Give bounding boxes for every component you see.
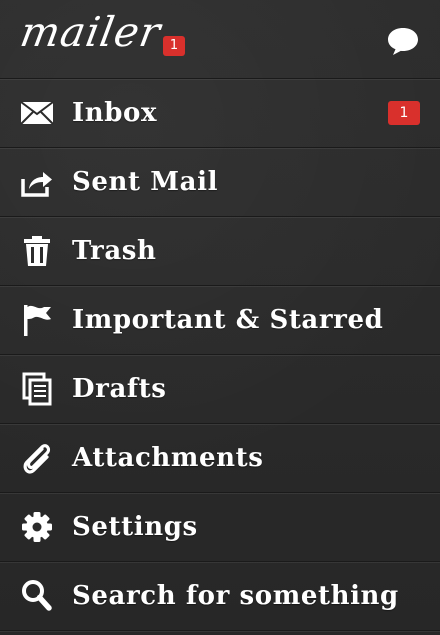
drafts-icon [20, 372, 56, 406]
menu-item-important-starred[interactable]: Important & Starred [0, 286, 440, 355]
app-header: mailer 1 [0, 0, 440, 79]
menu-item-label: Trash [72, 236, 157, 266]
menu-item-label: Inbox [72, 98, 158, 128]
menu-item-drafts[interactable]: Drafts [0, 355, 440, 424]
menu-item-trash[interactable]: Trash [0, 217, 440, 286]
share-icon [20, 165, 56, 199]
menu-item-label: Sent Mail [72, 167, 219, 197]
folder-menu: Inbox 1 Sent Mail Trash Important & Star… [0, 79, 440, 631]
paperclip-icon [20, 441, 56, 475]
unread-count-badge: 1 [163, 36, 185, 56]
trash-icon [20, 234, 56, 268]
menu-item-search[interactable]: Search for something [0, 562, 440, 631]
inbox-unread-badge: 1 [388, 101, 420, 125]
menu-item-attachments[interactable]: Attachments [0, 424, 440, 493]
menu-item-label: Drafts [72, 374, 167, 404]
menu-item-label: Attachments [72, 443, 264, 473]
flag-icon [20, 303, 56, 337]
menu-item-label: Settings [72, 512, 198, 542]
menu-item-inbox[interactable]: Inbox 1 [0, 79, 440, 148]
menu-item-settings[interactable]: Settings [0, 493, 440, 562]
mail-sidebar: mailer 1 Inbox 1 Sent Mail Trash Importa… [0, 0, 440, 635]
search-icon [20, 579, 56, 613]
app-logo: mailer [16, 8, 165, 56]
menu-item-label: Search for something [72, 581, 399, 611]
envelope-icon [20, 96, 56, 130]
gear-icon [20, 510, 56, 544]
chat-bubble-icon[interactable] [386, 25, 420, 57]
menu-item-sent-mail[interactable]: Sent Mail [0, 148, 440, 217]
menu-item-label: Important & Starred [72, 305, 384, 335]
